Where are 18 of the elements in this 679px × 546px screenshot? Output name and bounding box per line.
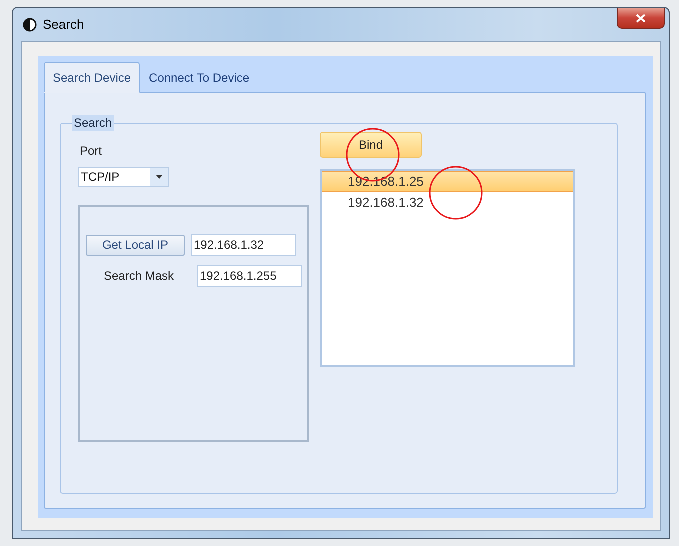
search-mask-label: Search Mask: [103, 269, 176, 283]
annotation-circle: [428, 165, 484, 221]
app-icon: [23, 18, 37, 32]
bind-button[interactable]: Bind: [320, 132, 422, 158]
port-label: Port: [80, 144, 104, 158]
get-local-ip-button[interactable]: Get Local IP: [86, 234, 185, 256]
dropdown-arrow-icon: [156, 175, 162, 179]
group-title: Search: [72, 115, 114, 131]
tab[interactable]: Connect To Device: [140, 62, 259, 93]
device-list-item[interactable]: 192.168.1.25: [322, 171, 573, 192]
search-mask-field[interactable]: 192.168.1.255: [197, 265, 302, 287]
close-icon: [636, 14, 646, 22]
port-dropdown[interactable]: TCP/IP: [78, 167, 169, 187]
window-title: Search: [43, 17, 84, 32]
close-button[interactable]: [617, 8, 665, 29]
device-list-item[interactable]: 192.168.1.32: [322, 192, 573, 213]
tab[interactable]: Search Device: [44, 62, 140, 93]
local-ip-field[interactable]: 192.168.1.32: [191, 234, 296, 256]
